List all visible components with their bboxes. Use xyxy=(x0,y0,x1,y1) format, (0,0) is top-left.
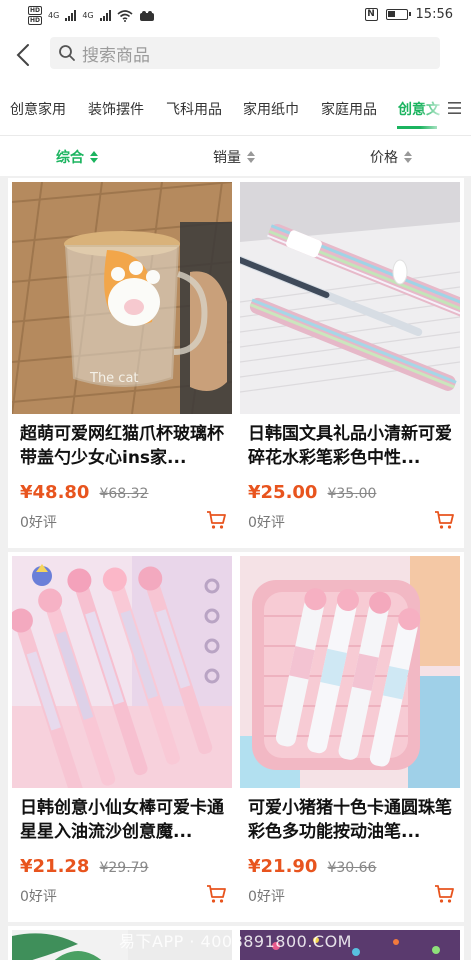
price-row: ¥48.80 ¥68.32 xyxy=(20,482,148,503)
product-title[interactable]: 日韩国文具礼品小清新可爱碎花水彩笔彩色中性... xyxy=(248,422,458,470)
product-title[interactable]: 日韩创意小仙女棒可爱卡通星星入油流沙创意魔... xyxy=(20,796,230,844)
product-card[interactable]: The cat 超萌可爱网红猫爪杯玻璃杯带盖勺少女心ins家... ¥48.80… xyxy=(8,178,236,548)
product-card[interactable]: 日韩创意小仙女棒可爱卡通星星入油流沙创意魔... ¥21.28 ¥29.79 0… xyxy=(8,552,236,922)
sort-bar: 综合 销量 价格 xyxy=(0,136,471,176)
tab-category-3[interactable]: 家用纸巾 xyxy=(243,99,299,119)
sort-arrows-icon xyxy=(247,151,255,163)
search-header: 搜索商品 xyxy=(0,30,471,80)
sort-comprehensive[interactable]: 综合 xyxy=(56,147,98,167)
sort-arrows-icon xyxy=(404,151,412,163)
add-to-cart-icon[interactable] xyxy=(206,884,226,904)
add-to-cart-icon[interactable] xyxy=(206,510,226,530)
original-price: ¥30.66 xyxy=(327,860,377,876)
add-to-cart-icon[interactable] xyxy=(434,510,454,530)
signal-label-2: 4G xyxy=(82,11,94,20)
review-count: 0好评 xyxy=(20,889,57,905)
product-image[interactable] xyxy=(240,182,460,414)
status-bar: HD HD 4G 4G N 15:56 xyxy=(0,0,471,30)
review-count: 0好评 xyxy=(20,515,57,531)
tab-category-2[interactable]: 飞科用品 xyxy=(166,99,222,119)
sort-label-price: 价格 xyxy=(370,150,398,166)
battery-icon xyxy=(385,9,411,20)
product-price: ¥25.00 xyxy=(248,482,318,503)
sort-price[interactable]: 价格 xyxy=(370,147,412,167)
search-placeholder: 搜索商品 xyxy=(82,45,150,66)
search-icon xyxy=(59,45,75,61)
product-image[interactable] xyxy=(240,556,460,788)
original-price: ¥35.00 xyxy=(327,486,377,502)
product-card[interactable]: 日韩国文具礼品小清新可爱碎花水彩笔彩色中性... ¥25.00 ¥35.00 0… xyxy=(236,178,464,548)
clock: 15:56 xyxy=(415,7,453,22)
product-card[interactable]: 可爱小猪猪十色卡通圆珠笔 彩色多功能按动油笔... ¥21.90 ¥30.66 … xyxy=(236,552,464,922)
hd-badge-2: HD xyxy=(28,16,43,25)
original-price: ¥68.32 xyxy=(99,486,149,502)
watermark: 易下APP · 4008891800.COM xyxy=(119,932,352,951)
cup-printed-text: The cat xyxy=(89,371,139,386)
nfc-icon: N xyxy=(364,8,378,21)
original-price: ¥29.79 xyxy=(99,860,149,876)
tab-category-4[interactable]: 家庭用品 xyxy=(321,99,377,119)
product-title[interactable]: 超萌可爱网红猫爪杯玻璃杯带盖勺少女心ins家... xyxy=(20,422,230,470)
status-left: HD HD 4G 4G xyxy=(28,6,155,25)
add-to-cart-icon[interactable] xyxy=(434,884,454,904)
category-tabs: 创意家用 装饰摆件 飞科用品 家用纸巾 家庭用品 创意文 xyxy=(0,80,471,136)
sort-sales[interactable]: 销量 xyxy=(213,147,255,167)
price-row: ¥21.28 ¥29.79 xyxy=(20,856,148,877)
product-price: ¥21.28 xyxy=(20,856,90,877)
signal-label-1: 4G xyxy=(48,11,60,20)
product-price: ¥21.90 xyxy=(248,856,318,877)
product-price: ¥48.80 xyxy=(20,482,90,503)
status-right: N 15:56 xyxy=(364,7,453,22)
price-row: ¥21.90 ¥30.66 xyxy=(248,856,376,877)
price-row: ¥25.00 ¥35.00 xyxy=(248,482,376,503)
sort-arrows-icon xyxy=(90,151,98,163)
product-title[interactable]: 可爱小猪猪十色卡通圆珠笔 彩色多功能按动油笔... xyxy=(248,796,458,844)
sort-label-sales: 销量 xyxy=(213,150,241,166)
sort-label-comprehensive: 综合 xyxy=(56,150,84,166)
network-badges: HD HD xyxy=(28,6,43,25)
wifi-icon xyxy=(117,9,133,22)
product-image[interactable] xyxy=(12,556,232,788)
product-image[interactable]: The cat xyxy=(12,182,232,414)
signal-icon-1 xyxy=(65,10,77,21)
signal-icon-2 xyxy=(99,10,111,21)
tab-category-1[interactable]: 装饰摆件 xyxy=(88,99,144,119)
app-notification-icon xyxy=(139,10,154,21)
tab-category-0[interactable]: 创意家用 xyxy=(10,99,66,119)
search-input[interactable]: 搜索商品 xyxy=(50,37,440,69)
review-count: 0好评 xyxy=(248,515,285,531)
review-count: 0好评 xyxy=(248,889,285,905)
menu-icon[interactable] xyxy=(448,102,461,114)
chevron-left-icon[interactable] xyxy=(12,42,36,68)
tab-fade xyxy=(420,80,448,135)
hd-badge-1: HD xyxy=(28,6,43,15)
